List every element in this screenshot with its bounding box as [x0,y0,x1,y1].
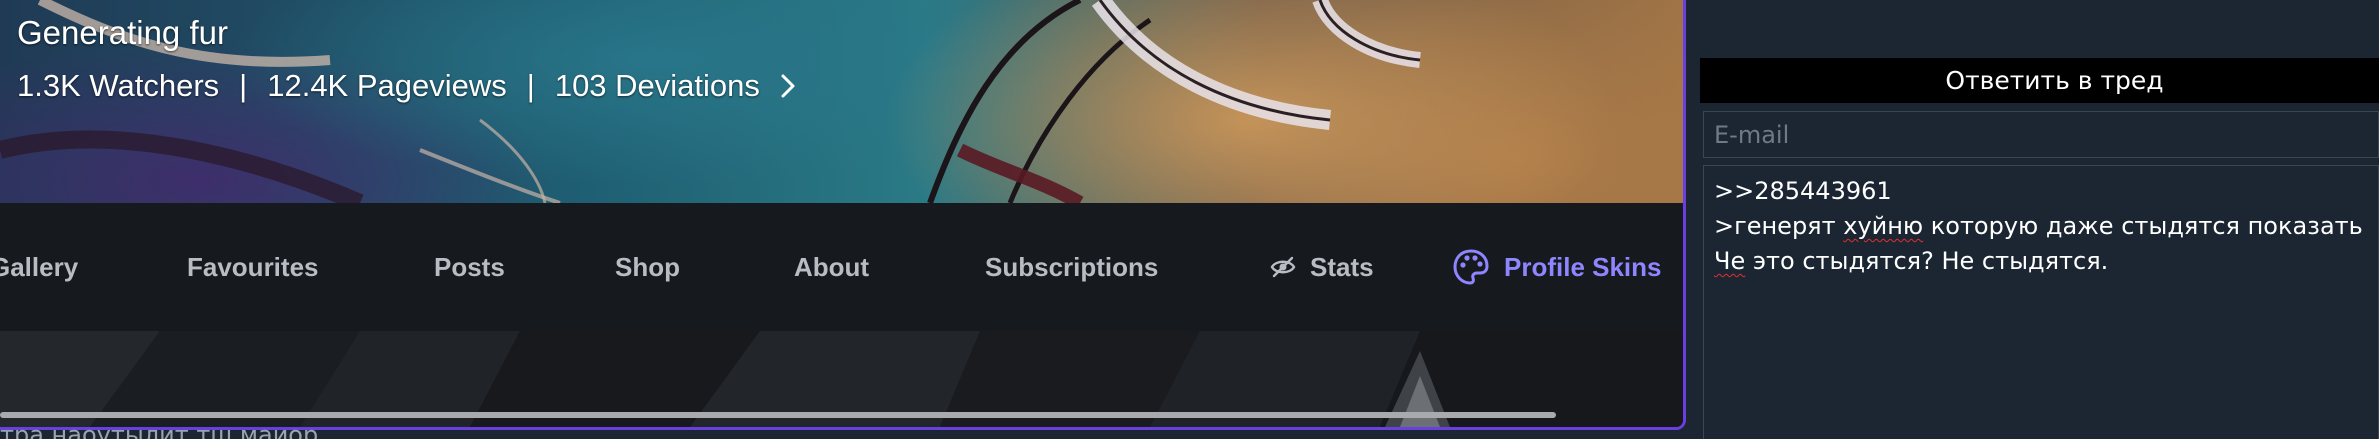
tab-label: About [794,251,870,282]
palette-icon [1452,248,1490,286]
stats-separator: | [526,68,535,103]
stats-separator: | [239,68,248,103]
tab-label: Gallery [0,251,79,282]
tab-label: Favourites [187,251,319,282]
reply-form: Ответить в тред >>285443961 >генерят хуй… [1700,58,2379,439]
message-text: которую даже стыдятся показать [1923,212,2363,240]
message-line: >генерят хуйню которую даже стыдятся пок… [1714,209,2368,244]
profile-banner: Generating fur 1.3K Watchers | 12.4K Pag… [0,0,1683,203]
tab-profile-skins[interactable]: Profile Skins [1452,203,1662,331]
message-line: >>285443961 [1714,177,1892,205]
tab-label: Shop [615,251,680,282]
watchers-count[interactable]: 1.3K Watchers [17,68,219,104]
message-line: Че это стыдятся? Не стыдятся. [1714,244,2368,279]
tab-label: Profile Skins [1504,251,1662,282]
tab-about[interactable]: About [794,203,869,331]
tab-label: Subscriptions [985,251,1159,282]
profile-tab-bar: Gallery Favourites Posts Shop About Subs… [0,203,1683,331]
misspelled-word: Че [1714,247,1746,275]
message-text: это стыдятся? Не стыдятся. [1745,247,2109,275]
tab-shop[interactable]: Shop [615,203,680,331]
deviations-count[interactable]: 103 Deviations [555,68,760,104]
tab-label: Posts [434,251,505,282]
chevron-right-icon[interactable] [780,73,796,99]
tab-favourites[interactable]: Favourites [187,203,319,331]
pageviews-count: 12.4K Pageviews [267,68,507,103]
email-field[interactable] [1703,111,2379,158]
eye-slash-icon [1270,256,1296,278]
tab-posts[interactable]: Posts [434,203,505,331]
tab-stats[interactable]: Stats [1270,203,1374,331]
message-textarea[interactable]: >>285443961 >генерят хуйню которую даже … [1703,165,2379,439]
tab-label: Stats [1310,251,1374,282]
misspelled-word: хуйню [1843,212,1924,240]
banner-title: Generating fur [17,14,228,51]
profile-stats-row[interactable]: 1.3K Watchers | 12.4K Pageviews | 103 De… [17,68,796,104]
reply-form-header[interactable]: Ответить в тред [1700,58,2379,103]
tab-gallery[interactable]: Gallery [0,203,78,331]
message-text: >генерят [1714,212,1844,240]
background-page-text: тра наоутылит тш маиор [0,421,319,439]
profile-panel: Generating fur 1.3K Watchers | 12.4K Pag… [0,0,1686,430]
tab-subscriptions[interactable]: Subscriptions [985,203,1158,331]
